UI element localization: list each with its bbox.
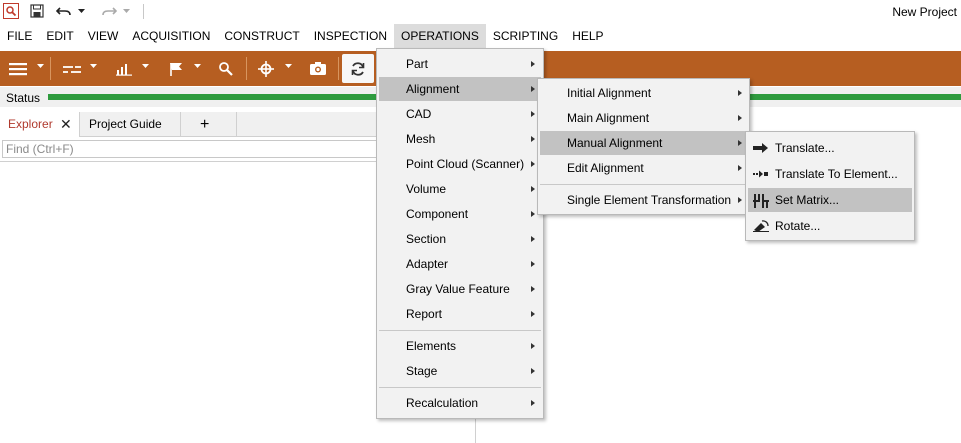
menu-separator <box>379 387 541 388</box>
filter-icon[interactable] <box>60 55 84 82</box>
menu-inspection[interactable]: INSPECTION <box>307 24 394 49</box>
menu-item-cad[interactable]: CAD <box>379 102 541 126</box>
status-label: Status <box>6 91 41 105</box>
menu-edit[interactable]: EDIT <box>39 24 80 49</box>
save-icon[interactable] <box>29 3 45 19</box>
app-logo-icon <box>3 3 19 19</box>
matrix-icon <box>753 194 769 208</box>
menu-separator <box>540 184 747 185</box>
menu-help[interactable]: HELP <box>565 24 610 49</box>
menu-bar: FILE EDIT VIEW ACQUISITION CONSTRUCT INS… <box>0 24 961 49</box>
chevron-down-icon[interactable] <box>90 64 98 72</box>
tab-explorer-label: Explorer <box>8 117 53 131</box>
menu-item-point-cloud[interactable]: Point Cloud (Scanner) <box>379 152 541 176</box>
menu-item-report[interactable]: Report <box>379 302 541 326</box>
menu-item-elements[interactable]: Elements <box>379 334 541 358</box>
menu-item-section[interactable]: Section <box>379 227 541 251</box>
redo-dropdown-icon <box>121 3 131 19</box>
tab-explorer[interactable]: Explorer ✕ <box>0 112 80 137</box>
chevron-down-icon[interactable] <box>194 64 202 72</box>
crosshair-icon[interactable] <box>254 55 278 82</box>
chevron-down-icon[interactable] <box>37 64 45 72</box>
submenu-arrow-icon <box>531 186 535 192</box>
tab-project-guide[interactable]: Project Guide <box>81 112 181 137</box>
search-icon[interactable] <box>214 55 238 82</box>
window-title: New Project <box>892 5 957 19</box>
menu-acquisition[interactable]: ACQUISITION <box>125 24 217 49</box>
menu-item-main-alignment[interactable]: Main Alignment <box>540 106 747 130</box>
toolbar-separator <box>338 57 339 80</box>
menu-item-part[interactable]: Part <box>379 52 541 76</box>
menu-item-single-element-transformation[interactable]: Single Element Transformation <box>540 188 747 212</box>
alignment-submenu: Initial Alignment Main Alignment Manual … <box>537 78 750 215</box>
menu-item-adapter[interactable]: Adapter <box>379 252 541 276</box>
menu-view[interactable]: VIEW <box>81 24 126 49</box>
undo-dropdown-icon[interactable] <box>76 3 86 19</box>
menu-item-stage[interactable]: Stage <box>379 359 541 383</box>
submenu-arrow-icon <box>531 343 535 349</box>
chart-icon[interactable] <box>112 55 136 82</box>
menu-item-translate[interactable]: Translate... <box>748 136 912 160</box>
chevron-down-icon[interactable] <box>285 64 293 72</box>
menu-item-mesh[interactable]: Mesh <box>379 127 541 151</box>
submenu-arrow-icon <box>531 400 535 406</box>
hamburger-icon[interactable] <box>6 55 30 82</box>
submenu-arrow-icon <box>531 311 535 317</box>
chevron-down-icon[interactable] <box>142 64 150 72</box>
submenu-arrow-icon <box>531 161 535 167</box>
refresh-icon[interactable] <box>342 54 374 83</box>
menu-item-manual-alignment[interactable]: Manual Alignment <box>540 131 747 155</box>
submenu-arrow-icon <box>531 286 535 292</box>
submenu-arrow-icon <box>531 236 535 242</box>
menu-item-initial-alignment[interactable]: Initial Alignment <box>540 81 747 105</box>
menu-item-volume[interactable]: Volume <box>379 177 541 201</box>
titlebar-separator <box>143 4 144 19</box>
menu-separator <box>379 330 541 331</box>
menu-operations[interactable]: OPERATIONS <box>394 24 486 49</box>
flag-icon[interactable] <box>164 55 188 82</box>
manual-alignment-submenu: Translate... Translate To Element... Set… <box>745 131 915 241</box>
toolbar-separator <box>246 57 247 80</box>
menu-construct[interactable]: CONSTRUCT <box>217 24 306 49</box>
menu-item-edit-alignment[interactable]: Edit Alignment <box>540 156 747 180</box>
translate-to-element-icon <box>753 168 769 180</box>
submenu-arrow-icon <box>738 165 742 171</box>
menu-item-set-matrix[interactable]: Set Matrix... <box>748 188 912 212</box>
menu-scripting[interactable]: SCRIPTING <box>486 24 565 49</box>
submenu-arrow-icon <box>738 90 742 96</box>
submenu-arrow-icon <box>531 61 535 67</box>
submenu-arrow-icon <box>531 86 535 92</box>
camera-icon[interactable] <box>306 55 330 82</box>
operations-menu: Part Alignment CAD Mesh Point Cloud (Sca… <box>376 48 544 419</box>
undo-icon[interactable] <box>56 3 72 19</box>
title-bar: New Project <box>0 0 961 24</box>
toolbar-separator <box>50 57 51 80</box>
find-input[interactable] <box>2 140 382 158</box>
add-tab-button[interactable]: + <box>182 112 237 137</box>
submenu-arrow-icon <box>738 197 742 203</box>
submenu-arrow-icon <box>531 211 535 217</box>
close-icon[interactable]: ✕ <box>60 112 72 137</box>
submenu-arrow-icon <box>531 136 535 142</box>
menu-item-rotate[interactable]: Rotate... <box>748 214 912 238</box>
menu-item-component[interactable]: Component <box>379 202 541 226</box>
submenu-arrow-icon <box>531 261 535 267</box>
submenu-arrow-icon <box>738 140 742 146</box>
submenu-arrow-icon <box>531 368 535 374</box>
rotate-icon <box>753 220 769 232</box>
menu-item-recalculation[interactable]: Recalculation <box>379 391 541 415</box>
menu-item-alignment[interactable]: Alignment <box>379 77 541 101</box>
translate-arrow-icon <box>753 142 769 154</box>
menu-item-gray-value-feature[interactable]: Gray Value Feature <box>379 277 541 301</box>
submenu-arrow-icon <box>738 115 742 121</box>
redo-icon <box>101 3 117 19</box>
submenu-arrow-icon <box>531 111 535 117</box>
menu-file[interactable]: FILE <box>0 24 39 49</box>
menu-item-translate-to-element[interactable]: Translate To Element... <box>748 162 912 186</box>
